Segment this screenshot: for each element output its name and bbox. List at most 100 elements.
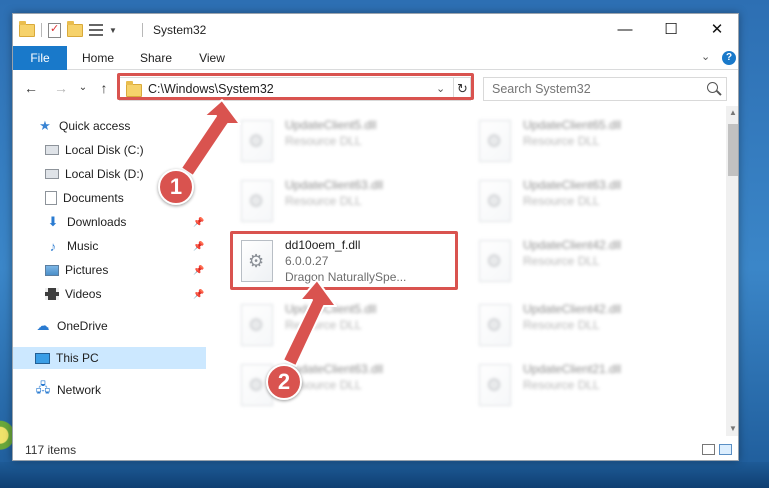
file-item[interactable]: UpdateClient65.dll Resource DLL xyxy=(473,116,703,172)
customize-toolbar-icon[interactable]: ▼ xyxy=(109,26,117,35)
search-icon[interactable] xyxy=(707,82,718,93)
desktop-taskbar-area xyxy=(0,462,769,488)
sidebar-item-videos[interactable]: Videos 📌 xyxy=(13,283,206,305)
file-item[interactable]: UpdateClient42.dll Resource DLL xyxy=(473,300,703,356)
sidebar-item-onedrive[interactable]: ☁ OneDrive xyxy=(13,315,206,337)
scroll-down-icon[interactable]: ▼ xyxy=(726,422,738,436)
expand-ribbon-icon[interactable]: ⌄ xyxy=(701,50,710,63)
file-type: Resource DLL xyxy=(523,254,600,268)
file-company: Dragon NaturallySpe... xyxy=(285,270,407,284)
close-button[interactable]: ✕ xyxy=(694,14,738,44)
step-2-badge: 2 xyxy=(266,364,302,400)
file-name: UpdateClient65.dll xyxy=(523,118,622,132)
star-icon: ★ xyxy=(39,118,51,133)
tab-share[interactable]: Share xyxy=(131,46,181,70)
window-title: System32 xyxy=(153,23,207,37)
file-name: UpdateClient42.dll xyxy=(523,302,622,316)
videos-icon xyxy=(45,288,59,300)
file-item[interactable]: UpdateClient5.dll Resource DLL xyxy=(235,300,465,356)
music-icon: ♪ xyxy=(49,238,57,254)
file-item[interactable]: UpdateClient21.dll Resource DLL xyxy=(473,360,703,416)
sidebar-item-network[interactable]: 🖧 Network xyxy=(13,379,206,401)
item-count: 117 items xyxy=(25,443,77,457)
pin-icon: 📌 xyxy=(193,288,205,299)
sidebar-item-label: Local Disk (C:) xyxy=(65,143,144,157)
file-item[interactable]: UpdateClient63.dll Resource DLL xyxy=(473,176,703,232)
recent-locations-button[interactable]: ⌄ xyxy=(77,79,89,97)
pictures-icon xyxy=(45,264,59,276)
address-dropdown-icon[interactable]: ⌄ xyxy=(436,82,445,95)
large-icons-view-icon[interactable] xyxy=(719,444,732,455)
file-type: Resource DLL xyxy=(523,194,600,208)
search-box[interactable] xyxy=(483,77,727,101)
sidebar-item-downloads[interactable]: ⬇ Downloads 📌 xyxy=(13,211,206,233)
file-type: Resource DLL xyxy=(523,378,600,392)
details-view-icon[interactable] xyxy=(702,444,715,455)
refresh-button[interactable]: ↻ xyxy=(453,78,471,100)
file-name: UpdateClient5.dll xyxy=(285,118,377,132)
vertical-scrollbar[interactable]: ▲ ▼ xyxy=(726,106,738,436)
back-button[interactable]: ← xyxy=(21,79,41,97)
cloud-icon: ☁ xyxy=(36,318,50,333)
dll-file-icon xyxy=(479,180,511,222)
pin-icon: 📌 xyxy=(193,240,205,251)
file-type: Resource DLL xyxy=(523,318,600,332)
file-name: UpdateClient5.dll xyxy=(285,302,377,316)
forward-button[interactable]: → xyxy=(51,79,71,97)
file-type: Resource DLL xyxy=(285,134,362,148)
sidebar-item-this-pc[interactable]: This PC xyxy=(13,347,206,369)
view-options-icon[interactable] xyxy=(89,24,103,36)
sidebar-item-label: Quick access xyxy=(59,119,131,133)
file-name: UpdateClient42.dll xyxy=(523,238,622,252)
folder-icon xyxy=(19,20,35,37)
quick-access-toolbar: ▼ xyxy=(19,20,117,38)
sidebar-item-music[interactable]: ♪ Music 📌 xyxy=(13,235,206,257)
dll-file-icon xyxy=(479,304,511,346)
address-path[interactable]: C:\Windows\System32 xyxy=(148,82,274,96)
drive-icon xyxy=(45,169,59,179)
tab-file[interactable]: File xyxy=(13,46,67,70)
dll-file-icon xyxy=(241,240,273,282)
maximize-button[interactable]: ☐ xyxy=(648,14,694,44)
status-bar: 117 items xyxy=(13,436,738,460)
scrollbar-thumb[interactable] xyxy=(728,124,738,176)
sidebar-item-pictures[interactable]: Pictures 📌 xyxy=(13,259,206,281)
download-icon: ⬇ xyxy=(47,214,59,229)
sidebar-item-label: Downloads xyxy=(67,215,127,229)
sidebar-item-quick-access[interactable]: ★ Quick access xyxy=(13,115,206,137)
sidebar-item-label: Network xyxy=(57,383,102,397)
file-type: Resource DLL xyxy=(285,318,362,332)
minimize-button[interactable]: — xyxy=(602,14,648,44)
tab-view[interactable]: View xyxy=(189,46,235,70)
tab-home[interactable]: Home xyxy=(73,46,123,70)
ribbon-tabs: File Home Share View ⌄ ? xyxy=(13,46,738,70)
toolbar-divider xyxy=(41,23,42,37)
file-item-dd10oem[interactable]: dd10oem_f.dll 6.0.0.27 Dragon NaturallyS… xyxy=(235,236,465,292)
file-version: 6.0.0.27 xyxy=(285,254,329,268)
sidebar-item-label: Music xyxy=(67,239,99,253)
sidebar-item-label: Videos xyxy=(65,287,102,301)
sidebar-item-local-disk-c[interactable]: Local Disk (C:) xyxy=(13,139,206,161)
sidebar-item-label: OneDrive xyxy=(57,319,108,333)
help-icon[interactable]: ? xyxy=(722,51,736,65)
up-button[interactable]: ↑ xyxy=(95,79,113,97)
network-icon: 🖧 xyxy=(35,380,51,395)
scroll-up-icon[interactable]: ▲ xyxy=(726,106,738,120)
file-item[interactable]: UpdateClient63.dll Resource DLL xyxy=(235,176,465,232)
search-input[interactable] xyxy=(492,82,692,96)
sidebar-item-label: This PC xyxy=(56,351,99,365)
title-divider xyxy=(142,23,143,37)
navigation-pane: ★ Quick access Local Disk (C:) Local Dis… xyxy=(13,106,209,436)
title-bar: ▼ System32 — ☐ ✕ xyxy=(13,14,738,46)
file-name: UpdateClient63.dll xyxy=(523,178,622,192)
new-folder-icon[interactable] xyxy=(67,20,83,37)
document-icon xyxy=(45,191,57,205)
folder-icon xyxy=(126,81,142,97)
pin-icon: 📌 xyxy=(193,264,205,275)
file-item[interactable]: UpdateClient5.dll Resource DLL xyxy=(235,116,465,172)
properties-icon[interactable] xyxy=(48,22,61,38)
sidebar-item-label: Local Disk (D:) xyxy=(65,167,144,181)
file-item[interactable]: UpdateClient42.dll Resource DLL xyxy=(473,236,703,292)
address-bar[interactable]: C:\Windows\System32 ⌄ ↻ xyxy=(119,77,471,101)
dll-file-icon xyxy=(479,364,511,406)
